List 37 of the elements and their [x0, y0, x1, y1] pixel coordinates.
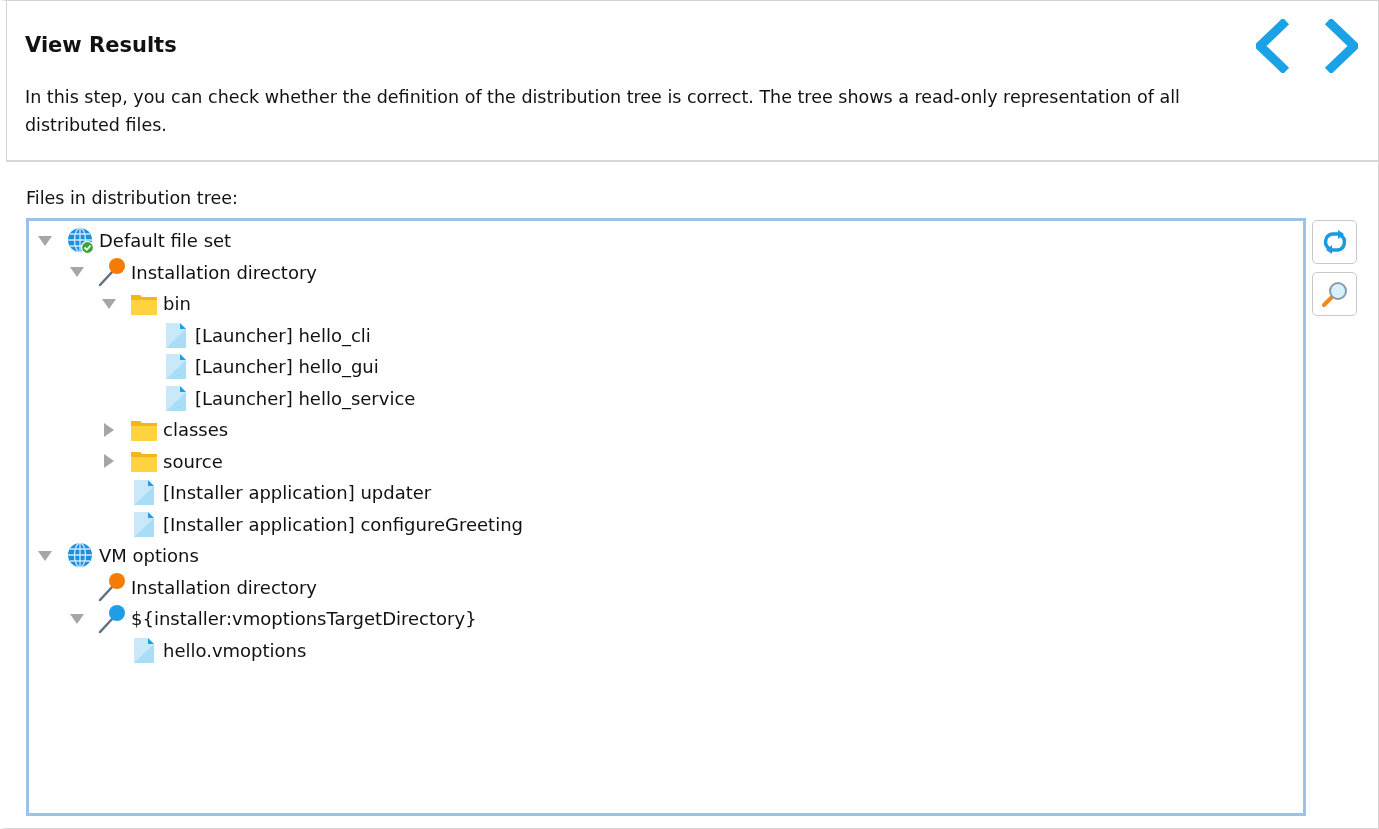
- file-icon: [133, 510, 155, 538]
- expanded-caret-icon[interactable]: [38, 235, 52, 246]
- tree-item[interactable]: classes: [163, 419, 229, 441]
- expanded-caret-icon[interactable]: [102, 298, 116, 309]
- tree-item[interactable]: [Installer application] configureGreeting: [163, 513, 523, 535]
- tree-item[interactable]: hello.vmoptions: [163, 639, 307, 661]
- tree-item[interactable]: [Launcher] hello_cli: [195, 324, 371, 346]
- file-icon: [133, 636, 155, 664]
- tree-item[interactable]: [Launcher] hello_gui: [195, 356, 379, 378]
- pin-icon: [97, 572, 127, 603]
- pin-icon: [97, 603, 127, 634]
- expanded-caret-icon[interactable]: [70, 267, 84, 278]
- search-button[interactable]: [1312, 272, 1357, 316]
- tree-label: Files in distribution tree:: [26, 188, 239, 208]
- collapsed-caret-icon[interactable]: [104, 422, 114, 437]
- file-icon: [165, 353, 187, 381]
- pin-icon: [97, 257, 127, 288]
- tree-item[interactable]: source: [163, 450, 223, 472]
- expanded-caret-icon[interactable]: [70, 613, 84, 624]
- folder-icon: [130, 449, 158, 474]
- page-title: View Results: [25, 33, 178, 57]
- step-description: In this step, you can check whether the definition of the distribution tree is correct. The tree shows a read-only representation of all distributed files.: [25, 86, 1181, 137]
- expanded-caret-icon[interactable]: [38, 550, 52, 561]
- file-icon: [165, 384, 187, 412]
- search-icon: [1320, 280, 1349, 308]
- tree-item[interactable]: [Installer application] updater: [163, 482, 432, 504]
- tree-item[interactable]: VM options: [99, 545, 199, 567]
- refresh-button[interactable]: [1312, 220, 1357, 264]
- tree-item[interactable]: bin: [163, 293, 191, 315]
- tree-item[interactable]: Installation directory: [131, 261, 317, 283]
- tree-item[interactable]: Default file set: [99, 230, 232, 252]
- tree-item[interactable]: [Launcher] hello_service: [195, 387, 416, 409]
- file-icon: [133, 479, 155, 507]
- collapsed-caret-icon[interactable]: [104, 454, 114, 469]
- file-icon: [165, 321, 187, 349]
- tree-item[interactable]: Installation directory: [131, 576, 317, 598]
- tree-item[interactable]: ${installer:vmoptionsTargetDirectory}: [131, 608, 477, 630]
